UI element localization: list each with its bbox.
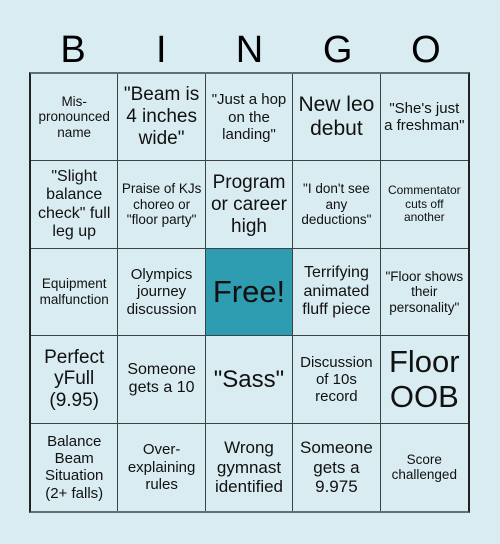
bingo-cell[interactable]: Discussion of 10s record	[293, 336, 381, 424]
bingo-cell[interactable]: Floor OOB	[380, 336, 468, 424]
bingo-cell[interactable]: "She's just a freshman"	[380, 74, 468, 162]
bingo-card-grid: Mis-pronounced name "Beam is 4 inches wi…	[29, 72, 470, 513]
bingo-cell[interactable]: Commentator cuts off another	[380, 161, 468, 249]
bingo-cell[interactable]: Program or career high	[205, 161, 294, 249]
bingo-cell[interactable]: Mis-pronounced name	[31, 74, 119, 162]
bingo-cell[interactable]: Someone gets a 10	[118, 336, 206, 424]
header-letter-o: O	[411, 29, 441, 71]
bingo-cell[interactable]: Equipment malfunction	[31, 248, 119, 337]
header-letter-b: B	[60, 29, 86, 71]
bingo-cell[interactable]: Praise of KJs choreo or "floor party"	[118, 161, 206, 249]
bingo-cell[interactable]: Balance Beam Situation (2+ falls)	[31, 423, 119, 511]
bingo-cell[interactable]: Over-explaining rules	[118, 423, 206, 511]
bingo-cell[interactable]: Olympics journey discussion	[118, 248, 206, 337]
bingo-cell[interactable]: Someone gets a 9.975	[293, 423, 381, 511]
bingo-cell[interactable]: Wrong gymnast identified	[205, 423, 294, 511]
header-letter-i: I	[156, 29, 167, 71]
bingo-cell[interactable]: "I don't see any deductions"	[293, 161, 381, 249]
bingo-cell[interactable]: New leo debut	[293, 74, 381, 162]
bingo-cell[interactable]: "Slight balance check" full leg up	[31, 161, 119, 249]
bingo-cell[interactable]: "Beam is 4 inches wide"	[118, 74, 206, 162]
bingo-cell[interactable]: Score challenged	[380, 423, 468, 511]
bingo-cell[interactable]: "Just a hop on the landing"	[205, 74, 294, 162]
bingo-cell[interactable]: "Sass"	[205, 336, 294, 424]
header-letter-n: N	[235, 29, 264, 71]
bingo-cell[interactable]: "Floor shows their personality"	[380, 248, 468, 337]
free-space-cell[interactable]: Free!	[205, 248, 294, 337]
bingo-cell[interactable]: Terrifying animated fluff piece	[293, 248, 381, 337]
bingo-cell[interactable]: Perfect yFull (9.95)	[31, 336, 119, 424]
bingo-header: B I N G O	[29, 28, 470, 72]
header-letter-g: G	[322, 29, 353, 71]
